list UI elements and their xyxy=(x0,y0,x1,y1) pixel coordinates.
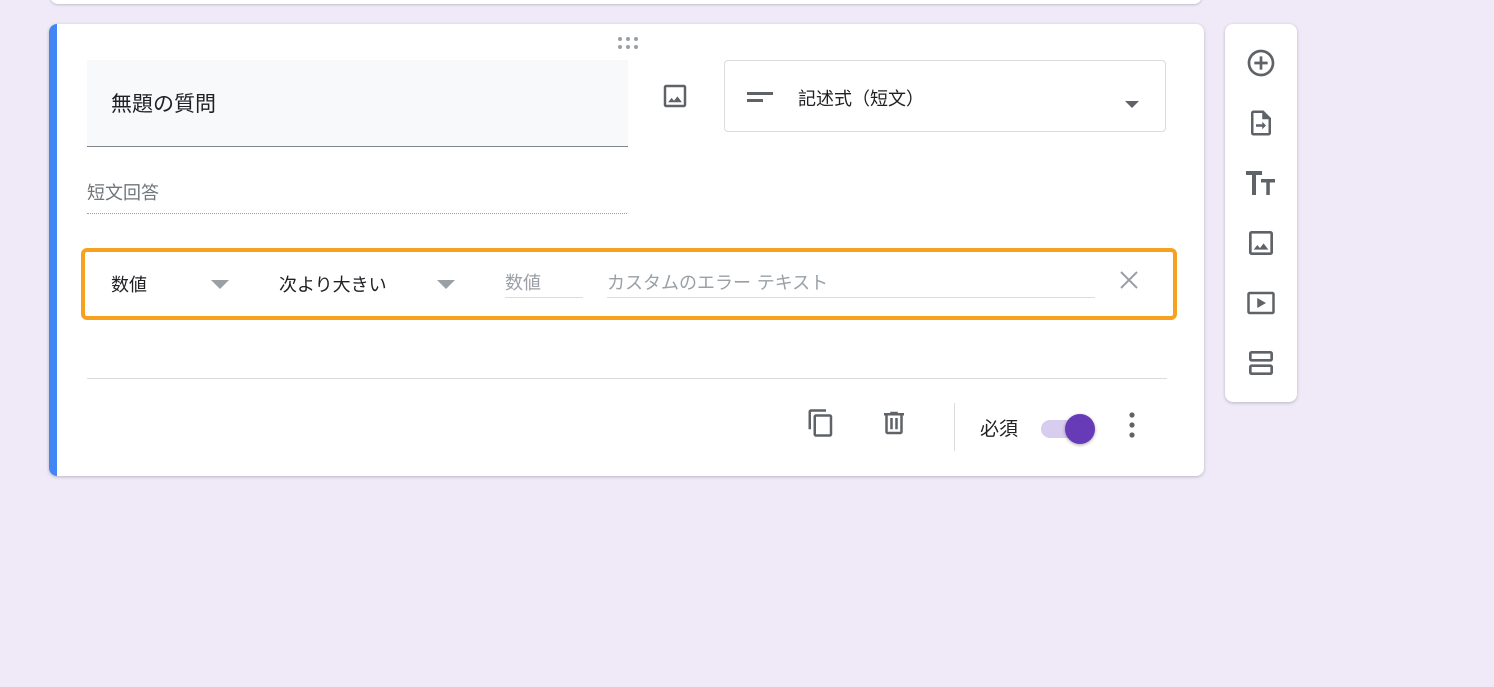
more-options-icon[interactable] xyxy=(1121,411,1143,443)
question-card[interactable]: 無題の質問 記述式（短文） 短文回答 数値 次より大きい 数値 カスタムのエラー… xyxy=(49,24,1204,476)
custom-error-text-input[interactable]: カスタムのエラー テキスト xyxy=(607,269,1095,298)
add-title-button[interactable] xyxy=(1241,163,1281,203)
validation-condition-dropdown[interactable]: 次より大きい xyxy=(279,252,469,316)
dropdown-caret-icon xyxy=(1125,93,1139,112)
add-section-button[interactable] xyxy=(1241,343,1281,383)
import-questions-button[interactable] xyxy=(1241,103,1281,143)
image-icon xyxy=(1249,231,1273,255)
add-video-button[interactable] xyxy=(1241,283,1281,323)
import-questions-icon xyxy=(1251,110,1271,136)
add-video-icon xyxy=(1247,291,1275,315)
add-title-icon xyxy=(1246,171,1275,195)
validation-type-value: 数値 xyxy=(111,275,147,296)
side-toolbar xyxy=(1225,24,1297,402)
validation-number-placeholder: 数値 xyxy=(505,273,541,294)
validation-number-input[interactable]: 数値 xyxy=(505,269,583,298)
add-image-toolbar-button[interactable] xyxy=(1241,223,1281,263)
question-type-dropdown[interactable]: 記述式（短文） xyxy=(724,60,1166,132)
footer-vertical-divider xyxy=(954,403,955,451)
custom-error-placeholder: カスタムのエラー テキスト xyxy=(607,273,829,294)
active-card-accent xyxy=(49,24,57,476)
validation-condition-value: 次より大きい xyxy=(279,275,387,296)
drag-handle-icon[interactable] xyxy=(616,35,640,49)
required-label: 必須 xyxy=(980,418,1019,440)
short-text-icon xyxy=(747,89,773,108)
add-question-button[interactable] xyxy=(1241,43,1281,83)
dropdown-caret-icon xyxy=(211,280,229,289)
add-section-icon xyxy=(1249,351,1273,375)
duplicate-icon[interactable] xyxy=(806,407,836,443)
delete-icon[interactable] xyxy=(879,407,909,443)
add-question-icon xyxy=(1247,49,1275,77)
question-title-text: 無題の質問 xyxy=(111,92,216,116)
image-icon xyxy=(663,84,687,108)
short-answer-preview: 短文回答 xyxy=(87,179,627,214)
question-type-label: 記述式（短文） xyxy=(798,89,924,110)
dropdown-caret-icon xyxy=(437,280,455,289)
short-answer-placeholder: 短文回答 xyxy=(87,183,159,204)
validation-type-dropdown[interactable]: 数値 xyxy=(111,252,261,316)
footer-divider xyxy=(87,378,1167,379)
required-toggle-thumb[interactable] xyxy=(1065,414,1095,444)
add-image-button[interactable] xyxy=(655,76,695,116)
close-icon[interactable] xyxy=(1119,270,1139,294)
response-validation-row: 数値 次より大きい 数値 カスタムのエラー テキスト xyxy=(81,248,1177,320)
previous-card-edge xyxy=(50,0,1202,4)
question-title-input[interactable]: 無題の質問 xyxy=(87,60,628,147)
